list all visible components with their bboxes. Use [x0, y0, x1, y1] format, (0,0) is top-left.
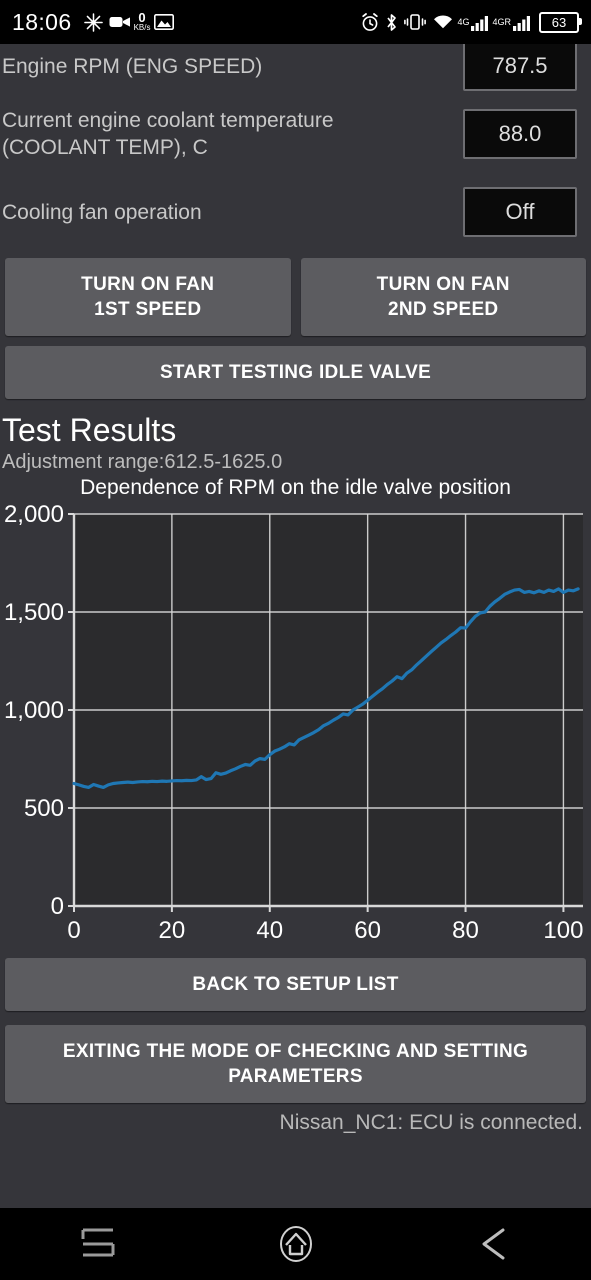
status-bar-left: 18:06 0 KB/s — [12, 9, 177, 36]
fan2-label-line1: TURN ON FAN — [376, 274, 510, 295]
network-speed-indicator: 0 KB/s — [133, 11, 151, 33]
svg-text:500: 500 — [24, 795, 64, 822]
svg-text:1,500: 1,500 — [4, 599, 64, 626]
param-value-cooling-fan: Off — [463, 187, 577, 237]
burst-icon — [83, 12, 103, 32]
svg-text:0: 0 — [51, 893, 64, 920]
svg-text:0: 0 — [67, 917, 80, 944]
turn-on-fan-2nd-speed-button[interactable]: TURN ON FAN 2ND SPEED — [300, 258, 586, 336]
svg-text:2,000: 2,000 — [4, 501, 64, 528]
fan2-label-line2: 2ND SPEED — [388, 299, 499, 320]
back-to-setup-label: BACK TO SETUP LIST — [192, 974, 399, 995]
param-row-engine-rpm: Engine RPM (ENG SPEED) 787.5 — [0, 38, 591, 94]
back-button[interactable] — [448, 1214, 538, 1274]
param-label-cooling-fan: Cooling fan operation — [2, 200, 202, 224]
chart-canvas: 0 500 1,000 1,500 2,000 0 20 40 60 80 100 — [4, 501, 584, 944]
signal-bars-icon — [471, 14, 489, 31]
exit-check-mode-button[interactable]: EXITING THE MODE OF CHECKING AND SETTING… — [5, 1025, 586, 1103]
svg-text:80: 80 — [452, 917, 479, 944]
param-row-cooling-fan: Cooling fan operation Off — [0, 174, 591, 250]
svg-text:1,000: 1,000 — [4, 697, 64, 724]
fan1-label-line2: 1ST SPEED — [94, 299, 202, 320]
status-bar: 18:06 0 KB/s 4G 4GR 63 — [0, 0, 591, 44]
param-value-engine-rpm: 787.5 — [463, 41, 577, 91]
svg-text:40: 40 — [256, 917, 283, 944]
recents-button[interactable] — [54, 1214, 144, 1274]
recents-icon — [81, 1227, 117, 1261]
turn-on-fan-1st-speed-button[interactable]: TURN ON FAN 1ST SPEED — [5, 258, 291, 336]
param-label-coolant-temp: Current engine coolant temperature (COOLA… — [2, 109, 334, 159]
rpm-chart: Dependence of RPM on the idle valve posi… — [0, 476, 591, 946]
battery-icon: 63 — [539, 11, 582, 33]
network-type-2-label: 4GR — [492, 17, 511, 27]
bluetooth-icon — [385, 13, 398, 32]
exit-label-line1: EXITING THE MODE OF CHECKING AND SETTING — [62, 1041, 529, 1062]
back-chevron-icon — [475, 1225, 511, 1263]
home-button[interactable] — [251, 1214, 341, 1274]
app-content: Engine RPM (ENG SPEED) 787.5 Current eng… — [0, 38, 591, 1208]
start-test-label: START TESTING IDLE VALVE — [159, 362, 432, 383]
signal-bars-icon-2 — [513, 14, 531, 31]
alarm-clock-icon — [361, 12, 379, 32]
vibrate-icon — [404, 13, 427, 31]
network-speed-unit: KB/s — [133, 23, 151, 33]
svg-text:100: 100 — [543, 917, 583, 944]
navigation-bar — [0, 1208, 591, 1280]
svg-text:20: 20 — [159, 917, 186, 944]
home-icon — [276, 1224, 316, 1264]
fan-button-row: TURN ON FAN 1ST SPEED TURN ON FAN 2ND SP… — [0, 258, 591, 336]
network-type-1-label: 4G — [457, 17, 470, 27]
back-to-setup-list-button[interactable]: BACK TO SETUP LIST — [5, 958, 586, 1011]
param-value-coolant-temp: 88.0 — [463, 109, 577, 159]
exit-label-line2: PARAMETERS — [228, 1066, 363, 1087]
image-icon — [154, 14, 175, 30]
wifi-icon — [432, 13, 454, 31]
test-results-heading: Test Results — [2, 412, 177, 448]
status-clock: 18:06 — [12, 8, 72, 35]
video-camera-icon — [109, 14, 131, 30]
phone-screen: 18:06 0 KB/s 4G 4GR 63 Engine RPM (ENG S… — [0, 0, 591, 1280]
adjustment-range-label: Adjustment range:612.5-1625.0 — [2, 451, 283, 473]
param-row-coolant-temp: Current engine coolant temperature (COOLA… — [0, 94, 591, 174]
start-testing-idle-valve-button[interactable]: START TESTING IDLE VALVE — [5, 346, 586, 399]
fan1-label-line1: TURN ON FAN — [81, 274, 215, 295]
param-label-engine-rpm: Engine RPM (ENG SPEED) — [2, 54, 263, 78]
battery-level-label: 63 — [551, 14, 567, 30]
ecu-status-text: Nissan_NC1: ECU is connected. — [279, 1111, 583, 1134]
svg-text:60: 60 — [354, 917, 381, 944]
status-bar-right: 4G 4GR 63 — [358, 11, 582, 33]
